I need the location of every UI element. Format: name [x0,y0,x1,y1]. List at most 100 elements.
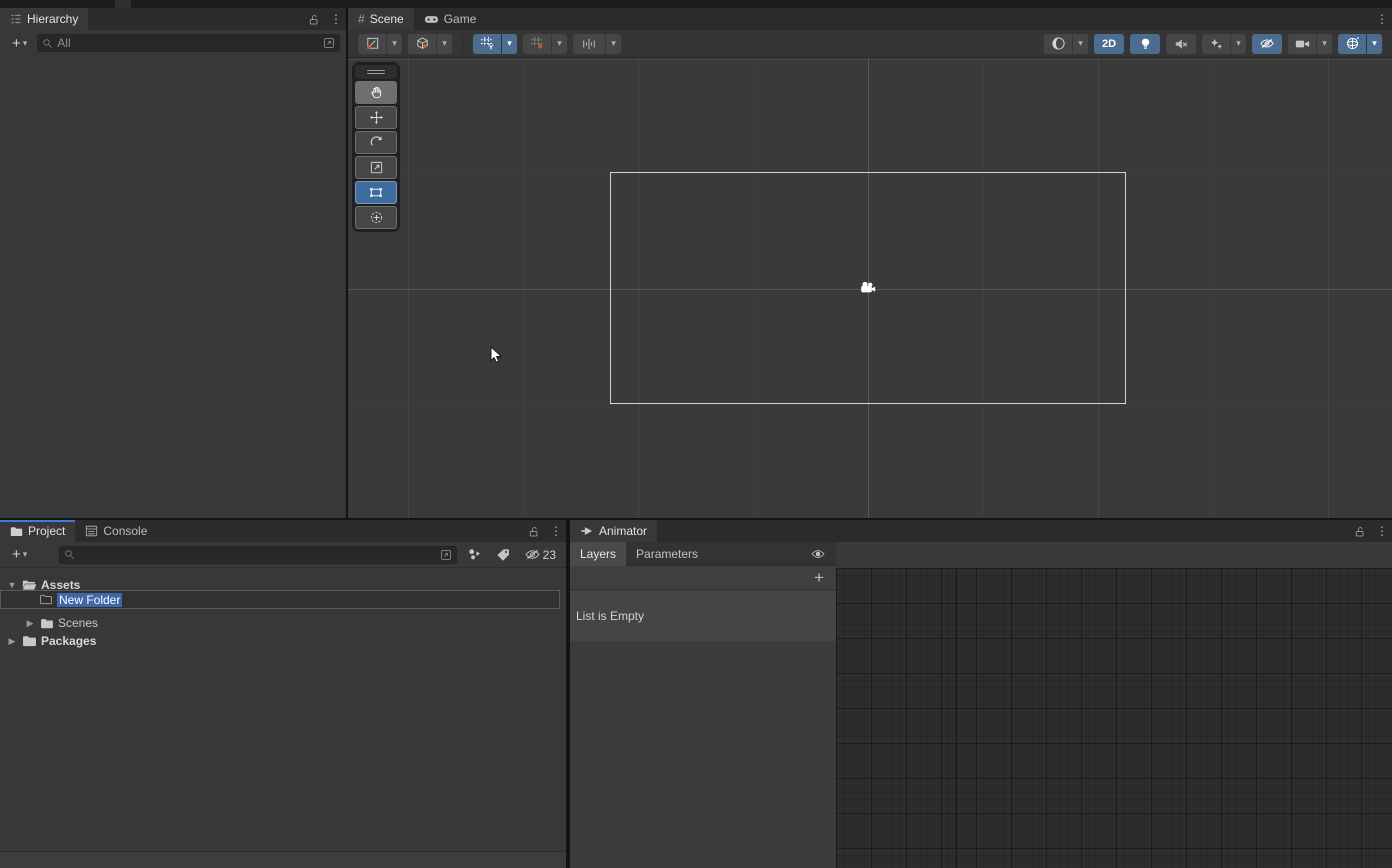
audio-toggle[interactable] [1166,34,1196,54]
subtab-layers[interactable]: Layers [570,542,626,566]
open-search-window-icon[interactable] [323,37,335,49]
hidden-count: 23 [543,548,556,562]
lock-icon[interactable] [528,525,540,538]
tree-label: Packages [41,634,96,648]
lock-icon[interactable] [308,13,320,26]
create-button[interactable]: + ▾ [6,36,33,51]
tools-overlay [352,62,400,232]
divider [462,36,463,52]
scale-icon [369,160,384,175]
animator-graph-header [836,542,1392,568]
caret-down-icon: ▾ [611,39,616,48]
search-by-label-button[interactable] [492,548,514,562]
rotate-tool-button[interactable] [355,131,397,154]
tab-scene[interactable]: # Scene [348,8,414,30]
scale-tool-button[interactable] [355,156,397,179]
project-panel: Project Console ⋮ + ▾ [0,520,566,868]
tree-item-new-folder-rename[interactable]: New Folder [0,590,560,609]
empty-list-message: List is Empty [570,591,836,641]
panel-menu-icon[interactable]: ⋮ [330,13,338,25]
caret-down-icon: ▾ [23,550,28,559]
pivot-icon [358,34,386,54]
open-search-window-icon[interactable] [440,549,452,561]
tab-label: Game [444,12,477,26]
gizmos-toggle[interactable]: ▾ [1338,34,1382,54]
rect-icon [368,185,384,200]
eye-icon[interactable] [810,548,836,560]
search-by-type-button[interactable] [463,547,486,562]
caret-down-icon: ▾ [507,39,512,48]
scene-visibility-toggle[interactable] [1252,34,1282,54]
project-search-input[interactable] [59,546,456,564]
animator-tabstrip: Animator ⋮ [570,520,1392,542]
gamepad-icon [424,14,439,25]
move-tool-button[interactable] [355,106,397,129]
overlay-drag-handle[interactable] [355,65,397,79]
grid-snap-icon [523,34,551,54]
grid-y-icon: Y [473,34,501,54]
camera-settings-button[interactable]: ▾ [1288,34,1332,54]
grid-visibility-toggle[interactable]: Y ▾ [473,34,517,54]
caret-down-icon: ▾ [23,39,28,48]
tree-item-packages[interactable]: ▶ Packages [0,632,566,650]
snap-bars-icon [573,34,605,54]
tab-project[interactable]: Project [0,520,75,542]
camera-gizmo-icon[interactable] [859,281,877,294]
tab-console[interactable]: Console [75,520,157,542]
tab-animator[interactable]: Animator [570,520,657,542]
transform-tool-button[interactable] [355,206,397,229]
unity-editor-window: Hierarchy ⋮ + ▾ All [0,0,1392,868]
panel-menu-icon[interactable]: ⋮ [550,525,558,537]
foldout-icon[interactable]: ▼ [6,580,18,590]
tab-hierarchy[interactable]: Hierarchy [0,8,88,30]
hierarchy-tabstrip: Hierarchy ⋮ [0,8,346,30]
add-layer-button[interactable]: + [814,569,824,586]
folder-icon [10,526,23,537]
foldout-icon[interactable]: ▶ [24,618,36,629]
speaker-muted-icon [1174,37,1188,51]
scene-tab-icon: # [358,12,365,26]
folder-icon [40,618,54,629]
caret-down-icon: ▾ [1322,39,1327,48]
tool-handle-rotation-button[interactable]: ▾ [408,34,452,54]
folder-icon [22,635,37,647]
tool-handle-position-button[interactable]: ▾ [358,34,402,54]
tab-label: Hierarchy [27,12,78,26]
hand-icon [369,85,384,100]
foldout-icon[interactable]: ▶ [6,636,18,647]
video-camera-icon [1288,34,1316,54]
subtab-parameters[interactable]: Parameters [626,542,708,566]
sparkle-icon [1202,34,1230,54]
panel-menu-icon[interactable]: ⋮ [1376,13,1384,25]
tab-label: Animator [599,524,647,538]
mouse-cursor [490,346,503,365]
panel-menu-icon[interactable]: ⋮ [1376,525,1384,537]
scene-view-toolbar: ▾ ▾ Y ▾ ▾ [348,30,1392,58]
rename-input[interactable]: New Folder [57,593,122,607]
view-tool-button[interactable] [355,81,397,104]
rect-tool-button[interactable] [355,181,397,204]
lock-icon[interactable] [1354,525,1366,538]
tab-game[interactable]: Game [414,8,487,30]
project-tabstrip: Project Console ⋮ [0,520,566,542]
shaded-sphere-icon [1044,34,1072,54]
grid-snapping-toggle[interactable]: ▾ [573,34,621,54]
2d-view-toggle[interactable]: 2D [1094,34,1124,54]
effects-toggle[interactable]: ▾ [1202,34,1246,54]
scene-tabstrip: # Scene Game ⋮ [348,8,1392,30]
tree-item-scenes[interactable]: ▶ Scenes [0,614,566,632]
tab-label: Scene [370,12,404,26]
scene-lighting-toggle[interactable] [1130,34,1160,54]
caret-down-icon: ▾ [1372,39,1377,48]
create-asset-button[interactable]: + ▾ [6,547,33,562]
hierarchy-toolbar: + ▾ All [0,30,346,56]
snap-increment-button[interactable]: ▾ [523,34,567,54]
search-icon [42,38,53,49]
draw-mode-button[interactable]: ▾ [1044,34,1088,54]
hierarchy-search-input[interactable]: All [37,34,340,52]
scene-viewport[interactable] [348,58,1392,518]
animator-panel: Animator ⋮ Layers Parameters + List is E… [570,520,1392,868]
animator-graph-area[interactable] [836,568,1392,868]
search-icon [64,549,75,560]
hidden-items-toggle[interactable]: 23 [520,548,560,562]
